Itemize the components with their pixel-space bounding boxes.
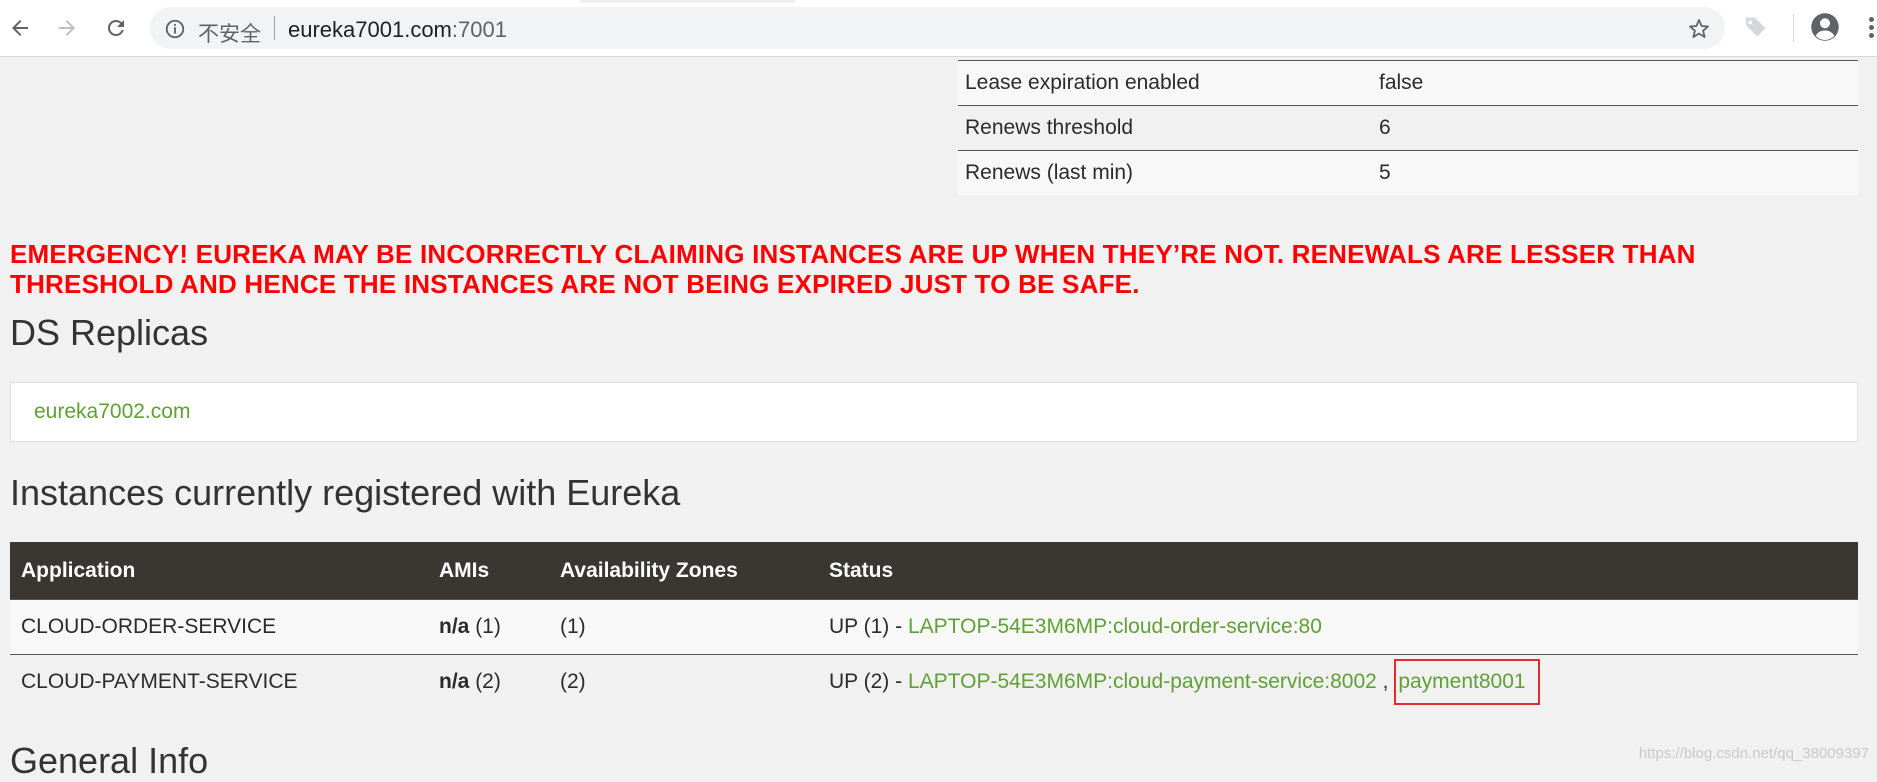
stats-value: 5	[1372, 150, 1858, 195]
extension-tag-icon[interactable]	[1742, 13, 1770, 41]
tab-strip-edge	[580, 0, 795, 3]
stats-value: false	[1372, 60, 1858, 106]
reload-icon	[107, 19, 124, 36]
emergency-warning: EMERGENCY! EUREKA MAY BE INCORRECTLY CLA…	[10, 239, 1810, 299]
replica-link[interactable]: eureka7002.com	[34, 400, 190, 424]
amis-cell: n/a (2)	[428, 654, 549, 709]
stats-key: Renews (last min)	[958, 150, 1372, 195]
zones-cell: (1)	[549, 599, 818, 655]
zones-cell: (2)	[549, 654, 818, 709]
table-row: CLOUD-PAYMENT-SERVICE n/a (2) (2) UP (2)…	[10, 654, 1858, 709]
column-header-application: Application	[10, 542, 428, 600]
toolbar-divider	[1793, 14, 1794, 42]
reload-button[interactable]	[101, 13, 131, 43]
info-icon[interactable]	[164, 18, 186, 40]
forward-arrow-icon	[59, 20, 75, 36]
emergency-line-1: EMERGENCY! EUREKA MAY BE INCORRECTLY CLA…	[10, 239, 1696, 269]
amis-count: (1)	[475, 615, 501, 638]
app-name: CLOUD-ORDER-SERVICE	[10, 599, 428, 655]
table-row: CLOUD-ORDER-SERVICE n/a (1) (1) UP (1) -…	[10, 599, 1858, 655]
column-header-amis: AMIs	[428, 542, 549, 600]
app-name: CLOUD-PAYMENT-SERVICE	[10, 654, 428, 709]
amis-cell: n/a (1)	[428, 599, 549, 655]
instance-link-highlighted[interactable]: payment8001	[1398, 670, 1525, 693]
security-label: 不安全	[198, 23, 261, 46]
url-text[interactable]: eureka7001.com:7001	[288, 17, 507, 43]
general-info-heading: General Info	[10, 740, 209, 781]
address-bar[interactable]: 不安全 eureka7001.com:7001	[150, 7, 1725, 49]
bookmark-star-icon[interactable]	[1687, 17, 1711, 41]
stats-row: Renews threshold 6	[958, 105, 1858, 151]
renews-stats-table: Lease expiration enabled false Renews th…	[958, 60, 1858, 195]
stats-row: Renews (last min) 5	[958, 150, 1858, 195]
browser-toolbar: 不安全 eureka7001.com:7001	[0, 0, 1877, 57]
instance-link[interactable]: LAPTOP-54E3M6MP:cloud-order-service:80	[908, 615, 1322, 638]
ds-replicas-list: eureka7002.com	[10, 382, 1858, 442]
stats-key: Lease expiration enabled	[958, 60, 1372, 106]
amis-count: (2)	[475, 670, 501, 693]
highlight-box: payment8001	[1394, 659, 1540, 705]
watermark-text: https://blog.csdn.net/qq_38009397	[1638, 745, 1869, 762]
forward-button[interactable]	[52, 13, 82, 43]
ds-replicas-heading: DS Replicas	[10, 312, 209, 353]
profile-avatar-icon[interactable]	[1810, 12, 1840, 42]
emergency-line-2: THRESHOLD AND HENCE THE INSTANCES ARE NO…	[10, 269, 1140, 299]
stats-value: 6	[1372, 105, 1858, 151]
stats-row: Lease expiration enabled false	[958, 60, 1858, 106]
stats-key: Renews threshold	[958, 105, 1372, 151]
back-button[interactable]	[5, 13, 35, 43]
column-header-status: Status	[818, 542, 1858, 600]
back-arrow-icon	[12, 20, 28, 36]
url-host: eureka7001.com	[288, 17, 452, 42]
status-prefix: UP (1) -	[829, 615, 908, 638]
status-prefix: UP (2) -	[829, 670, 908, 693]
amis-value: n/a	[439, 615, 470, 638]
status-cell: UP (1) - LAPTOP-54E3M6MP:cloud-order-ser…	[818, 599, 1858, 655]
status-cell: UP (2) - LAPTOP-54E3M6MP:cloud-payment-s…	[818, 654, 1858, 709]
amis-value: n/a	[439, 670, 470, 693]
link-separator: ,	[1376, 670, 1395, 693]
instance-link[interactable]: LAPTOP-54E3M6MP:cloud-payment-service:80…	[908, 670, 1377, 693]
url-port: :7001	[451, 17, 507, 42]
instances-table: Application AMIs Availability Zones Stat…	[10, 542, 1858, 709]
instances-header-row: Application AMIs Availability Zones Stat…	[10, 542, 1858, 600]
browser-menu-icon[interactable]	[1866, 14, 1877, 44]
omnibox-separator	[274, 16, 275, 40]
column-header-zones: Availability Zones	[549, 542, 818, 600]
instances-heading: Instances currently registered with Eure…	[10, 472, 681, 513]
